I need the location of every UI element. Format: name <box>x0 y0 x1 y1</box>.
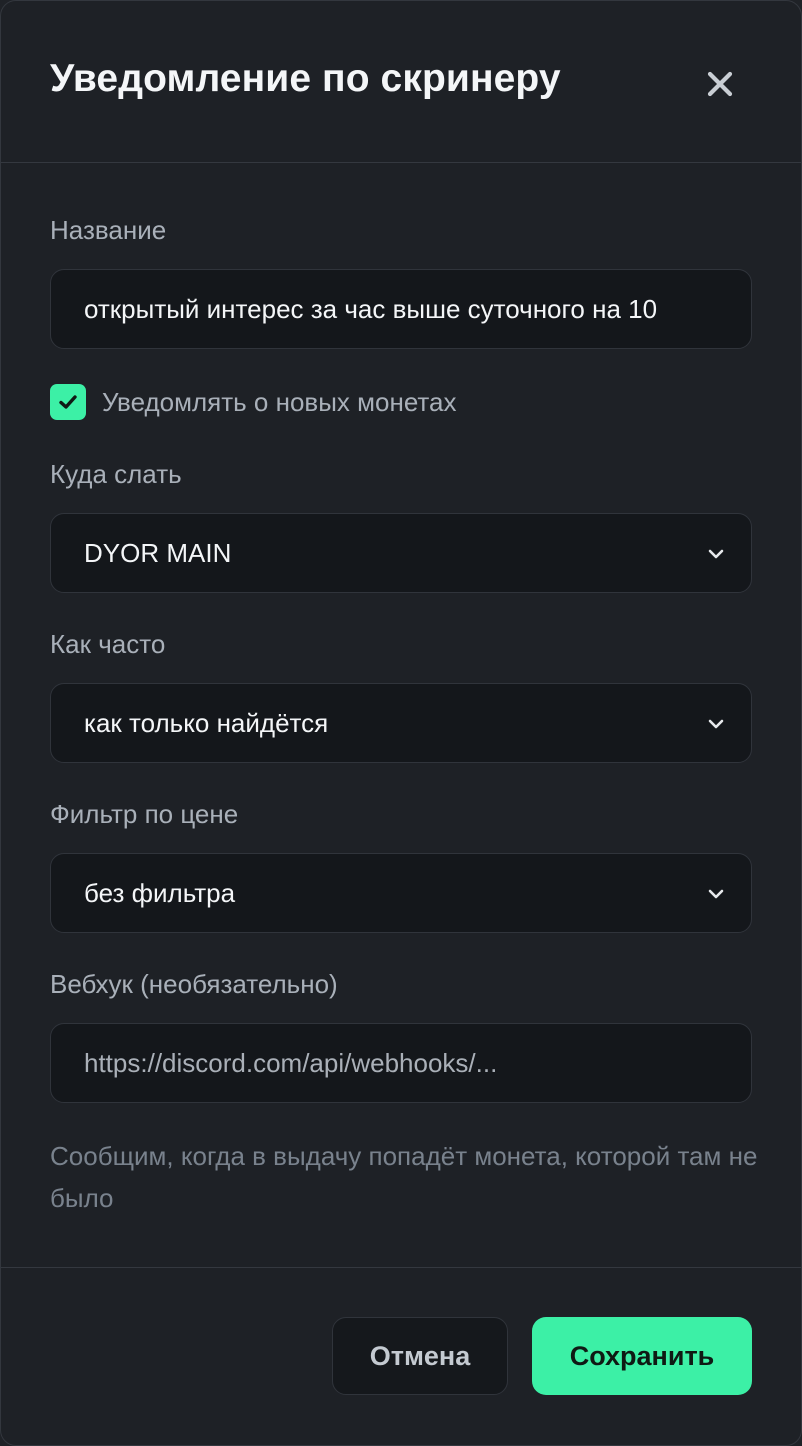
destination-selected-value: DYOR MAIN <box>84 538 232 568</box>
webhook-label: Вебхук (необязательно) <box>50 969 338 999</box>
name-label: Название <box>50 215 167 245</box>
webhook-input[interactable]: https://discord.com/api/webhooks/... <box>50 1023 752 1103</box>
close-icon <box>707 71 733 97</box>
footer-divider <box>1 1267 801 1268</box>
notify-new-coins-label[interactable]: Уведомлять о новых монетах <box>102 385 457 419</box>
dialog-title: Уведомление по скринеру <box>50 57 561 100</box>
price-filter-selected-value: без фильтра <box>84 878 236 908</box>
frequency-selected-value: как только найдётся <box>84 708 329 738</box>
save-button[interactable]: Сохранить <box>532 1317 752 1395</box>
frequency-select[interactable]: как только найдётся <box>50 683 752 763</box>
chevron-down-icon <box>708 719 724 729</box>
chevron-down-icon <box>708 889 724 899</box>
price-filter-label: Фильтр по цене <box>50 799 239 829</box>
cancel-button[interactable]: Отмена <box>332 1317 508 1395</box>
frequency-label: Как часто <box>50 629 166 659</box>
hint-text: Сообщим, когда в выдачу попадёт монета, … <box>50 1141 758 1213</box>
close-button[interactable] <box>697 61 743 107</box>
notify-new-coins-checkbox[interactable] <box>50 384 86 420</box>
destination-label: Куда слать <box>50 459 182 489</box>
name-input[interactable]: открытый интерес за час выше суточного н… <box>50 269 752 349</box>
price-filter-select[interactable]: без фильтра <box>50 853 752 933</box>
screener-notification-dialog: Уведомление по скринеру Название открыты… <box>0 0 802 1446</box>
name-input-value: открытый интерес за час выше суточного н… <box>84 294 658 324</box>
chevron-down-icon <box>708 549 724 559</box>
checkmark-icon <box>59 395 77 409</box>
webhook-placeholder: https://discord.com/api/webhooks/... <box>84 1048 498 1078</box>
destination-select[interactable]: DYOR MAIN <box>50 513 752 593</box>
dialog-header: Уведомление по скринеру <box>1 1 801 163</box>
